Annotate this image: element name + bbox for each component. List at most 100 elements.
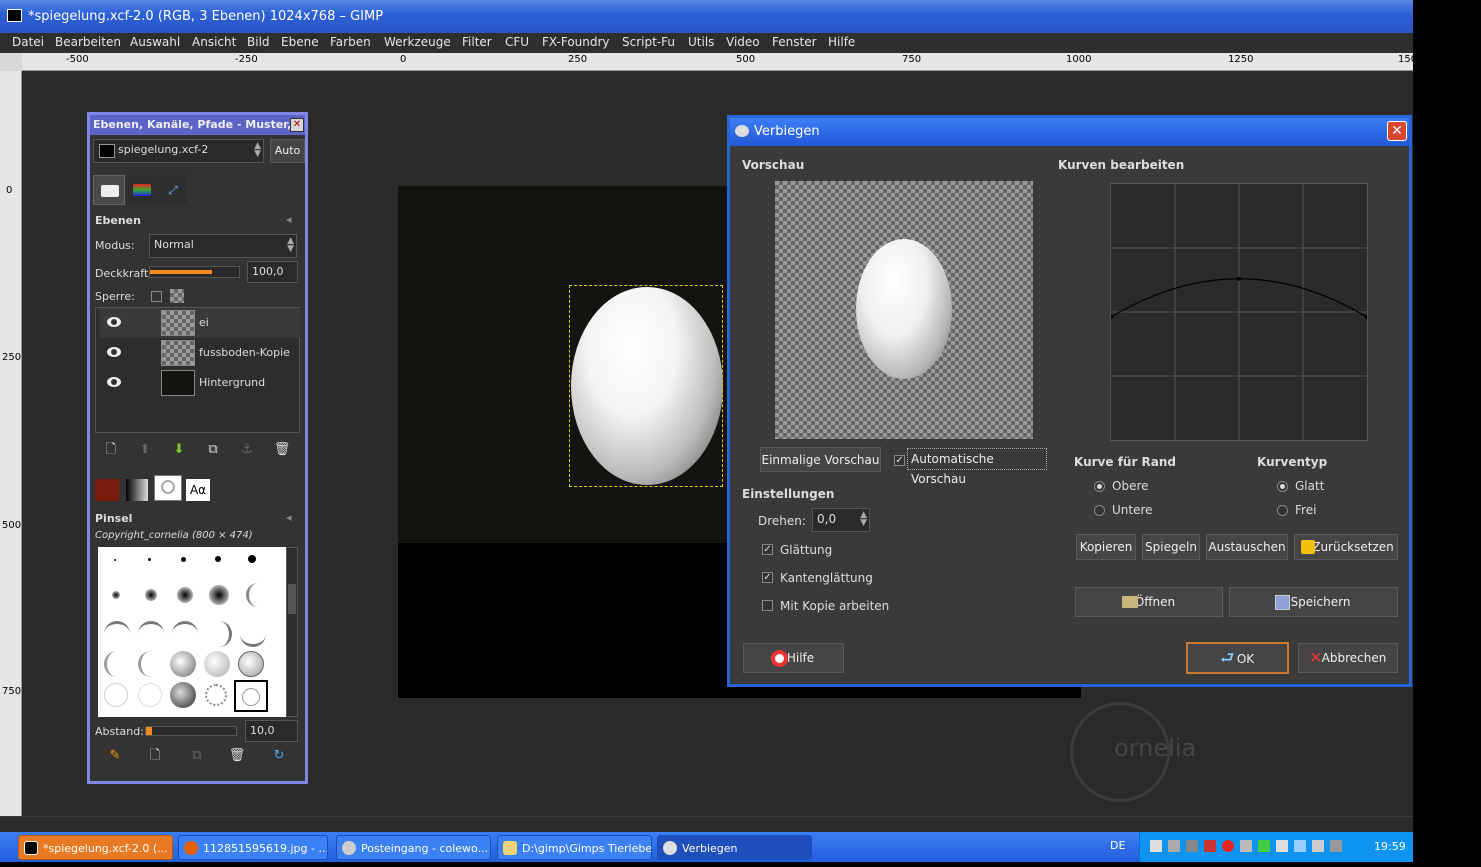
swap-button[interactable]: Austauschen	[1206, 534, 1288, 560]
brush-item[interactable]	[138, 651, 164, 677]
tray-display-icon[interactable]	[1168, 840, 1180, 852]
layer-row-hintergrund[interactable]: Hintergrund	[99, 368, 300, 398]
smoothing-checkbox[interactable]: ✓	[762, 544, 773, 555]
brush-item[interactable]	[114, 559, 116, 561]
clock[interactable]: 19:59	[1374, 840, 1406, 853]
brush-item[interactable]	[209, 585, 229, 605]
language-indicator[interactable]: DE	[1110, 839, 1125, 852]
brush-item[interactable]	[170, 651, 196, 677]
lock-alpha-icon[interactable]	[170, 289, 184, 303]
tray-volume-icon[interactable]	[1186, 840, 1198, 852]
menu-fx-foundry[interactable]: FX-Foundry	[542, 35, 610, 49]
edit-brush-icon[interactable]: ✎	[106, 747, 124, 765]
opacity-spinbox[interactable]: 100,0	[247, 261, 298, 283]
ruler-corner-button[interactable]	[0, 53, 22, 71]
opacity-slider[interactable]	[149, 266, 240, 278]
curve-control-point[interactable]	[1237, 276, 1241, 281]
tray-acrobat-icon[interactable]	[1222, 840, 1234, 852]
brush-item[interactable]	[172, 621, 198, 647]
menu-bild[interactable]: Bild	[247, 35, 270, 49]
save-button[interactable]: Speichern	[1229, 587, 1398, 617]
free-radio[interactable]	[1277, 505, 1288, 516]
layer-row-ei[interactable]: ei	[99, 308, 300, 338]
brush-item[interactable]	[104, 651, 130, 677]
brush-item[interactable]	[177, 587, 193, 603]
lower-label[interactable]: Untere	[1112, 503, 1153, 517]
auto-preview-checkbox[interactable]: ✓	[894, 455, 905, 466]
visibility-eye-icon[interactable]	[107, 377, 121, 387]
menu-werkzeuge[interactable]: Werkzeuge	[384, 35, 451, 49]
menu-ebene[interactable]: Ebene	[281, 35, 319, 49]
spacing-spinbox[interactable]: 10,0	[245, 720, 298, 742]
brush-item[interactable]	[138, 621, 164, 647]
tab-paths[interactable]: ⤢	[159, 175, 187, 205]
upper-label[interactable]: Obere	[1112, 479, 1149, 493]
brush-item[interactable]	[248, 555, 256, 563]
visibility-eye-icon[interactable]	[107, 317, 121, 327]
brush-item[interactable]	[215, 556, 221, 562]
menu-bearbeiten[interactable]: Bearbeiten	[55, 35, 121, 49]
dialog-close-button[interactable]: ✕	[1387, 121, 1407, 141]
brush-item[interactable]	[104, 683, 128, 707]
task-gimp-image[interactable]: *spiegelung.xcf-2.0 (...	[18, 835, 173, 860]
brush-item[interactable]	[145, 589, 157, 601]
menu-auswahl[interactable]: Auswahl	[130, 35, 180, 49]
dock-title-bar[interactable]: Ebenen, Kanäle, Pfade - Muster, F...	[90, 115, 305, 151]
task-explorer[interactable]: D:\gimp\Gimps Tierleben	[497, 835, 652, 860]
new-brush-icon[interactable]: 🗋	[146, 747, 164, 765]
brush-item[interactable]	[138, 683, 162, 707]
tray-app-icon[interactable]	[1330, 840, 1342, 852]
image-select[interactable]: spiegelung.xcf-2 ▲ ▼	[93, 139, 264, 163]
layer-row-fussboden-kopie[interactable]: fussboden-Kopie	[99, 338, 300, 368]
brush-item-selected[interactable]	[234, 680, 268, 712]
brush-item[interactable]	[205, 684, 227, 706]
brush-item[interactable]	[246, 583, 270, 607]
task-verbiegen[interactable]: Verbiegen	[657, 835, 812, 860]
antialias-label[interactable]: Kantenglättung	[780, 571, 873, 585]
help-button[interactable]: Hilfe	[743, 643, 844, 673]
brush-item[interactable]	[240, 621, 266, 647]
rotate-spinbox[interactable]: 0,0 ▲ ▼	[812, 508, 870, 532]
delete-brush-icon[interactable]: 🗑	[228, 747, 246, 765]
auto-button[interactable]: Auto	[270, 139, 305, 163]
ok-button[interactable]: ⮐ OK	[1186, 642, 1289, 674]
tab-brushes[interactable]	[154, 475, 182, 501]
new-layer-icon[interactable]: 🗋	[102, 441, 120, 459]
once-preview-button[interactable]: Einmalige Vorschau	[760, 447, 881, 472]
smoothing-label[interactable]: Glättung	[780, 543, 832, 557]
tab-layers[interactable]	[93, 175, 125, 205]
visibility-eye-icon[interactable]	[107, 347, 121, 357]
lock-pixels-checkbox[interactable]	[151, 291, 162, 302]
free-label[interactable]: Frei	[1295, 503, 1316, 517]
copy-button[interactable]: Kopieren	[1076, 534, 1136, 560]
tray-network-icon[interactable]	[1150, 840, 1162, 852]
lower-layer-icon[interactable]: ⬇	[170, 441, 188, 459]
tray-security-icon[interactable]	[1276, 840, 1288, 852]
brush-item[interactable]	[104, 621, 130, 647]
spacing-slider[interactable]	[145, 726, 237, 736]
tab-fonts[interactable]: Aα	[186, 479, 210, 501]
curve-graph[interactable]	[1111, 184, 1367, 440]
tab-channels[interactable]	[126, 175, 158, 205]
tray-keyboard-icon[interactable]	[1312, 840, 1324, 852]
task-mail[interactable]: Posteingang - colewo...	[336, 835, 491, 860]
configure-tab-icon[interactable]: ◂	[286, 213, 292, 226]
reset-button[interactable]: Zurücksetzen	[1294, 534, 1398, 560]
duplicate-brush-icon[interactable]: ⧉	[188, 747, 206, 765]
mirror-button[interactable]: Spiegeln	[1142, 534, 1200, 560]
menu-script-fu[interactable]: Script-Fu	[622, 35, 675, 49]
mode-select[interactable]: Normal ▲ ▼	[149, 234, 297, 258]
menu-filter[interactable]: Filter	[462, 35, 492, 49]
brush-scrollbar[interactable]	[286, 547, 298, 717]
raise-layer-icon[interactable]: ⬆	[136, 441, 154, 459]
tray-antivirus-icon[interactable]	[1204, 840, 1216, 852]
antialias-checkbox[interactable]: ✓	[762, 572, 773, 583]
smooth-label[interactable]: Glatt	[1295, 479, 1324, 493]
window-title-bar[interactable]: *spiegelung.xcf-2.0 (RGB, 3 Ebenen) 1024…	[0, 0, 1413, 33]
cancel-button[interactable]: ✕ Abbrechen	[1298, 643, 1398, 673]
menu-video[interactable]: Video	[726, 35, 760, 49]
anchor-layer-icon[interactable]: ⚓	[238, 441, 256, 459]
menu-ansicht[interactable]: Ansicht	[192, 35, 236, 49]
work-on-copy-checkbox[interactable]	[762, 600, 773, 611]
tray-usb-icon[interactable]	[1240, 840, 1252, 852]
